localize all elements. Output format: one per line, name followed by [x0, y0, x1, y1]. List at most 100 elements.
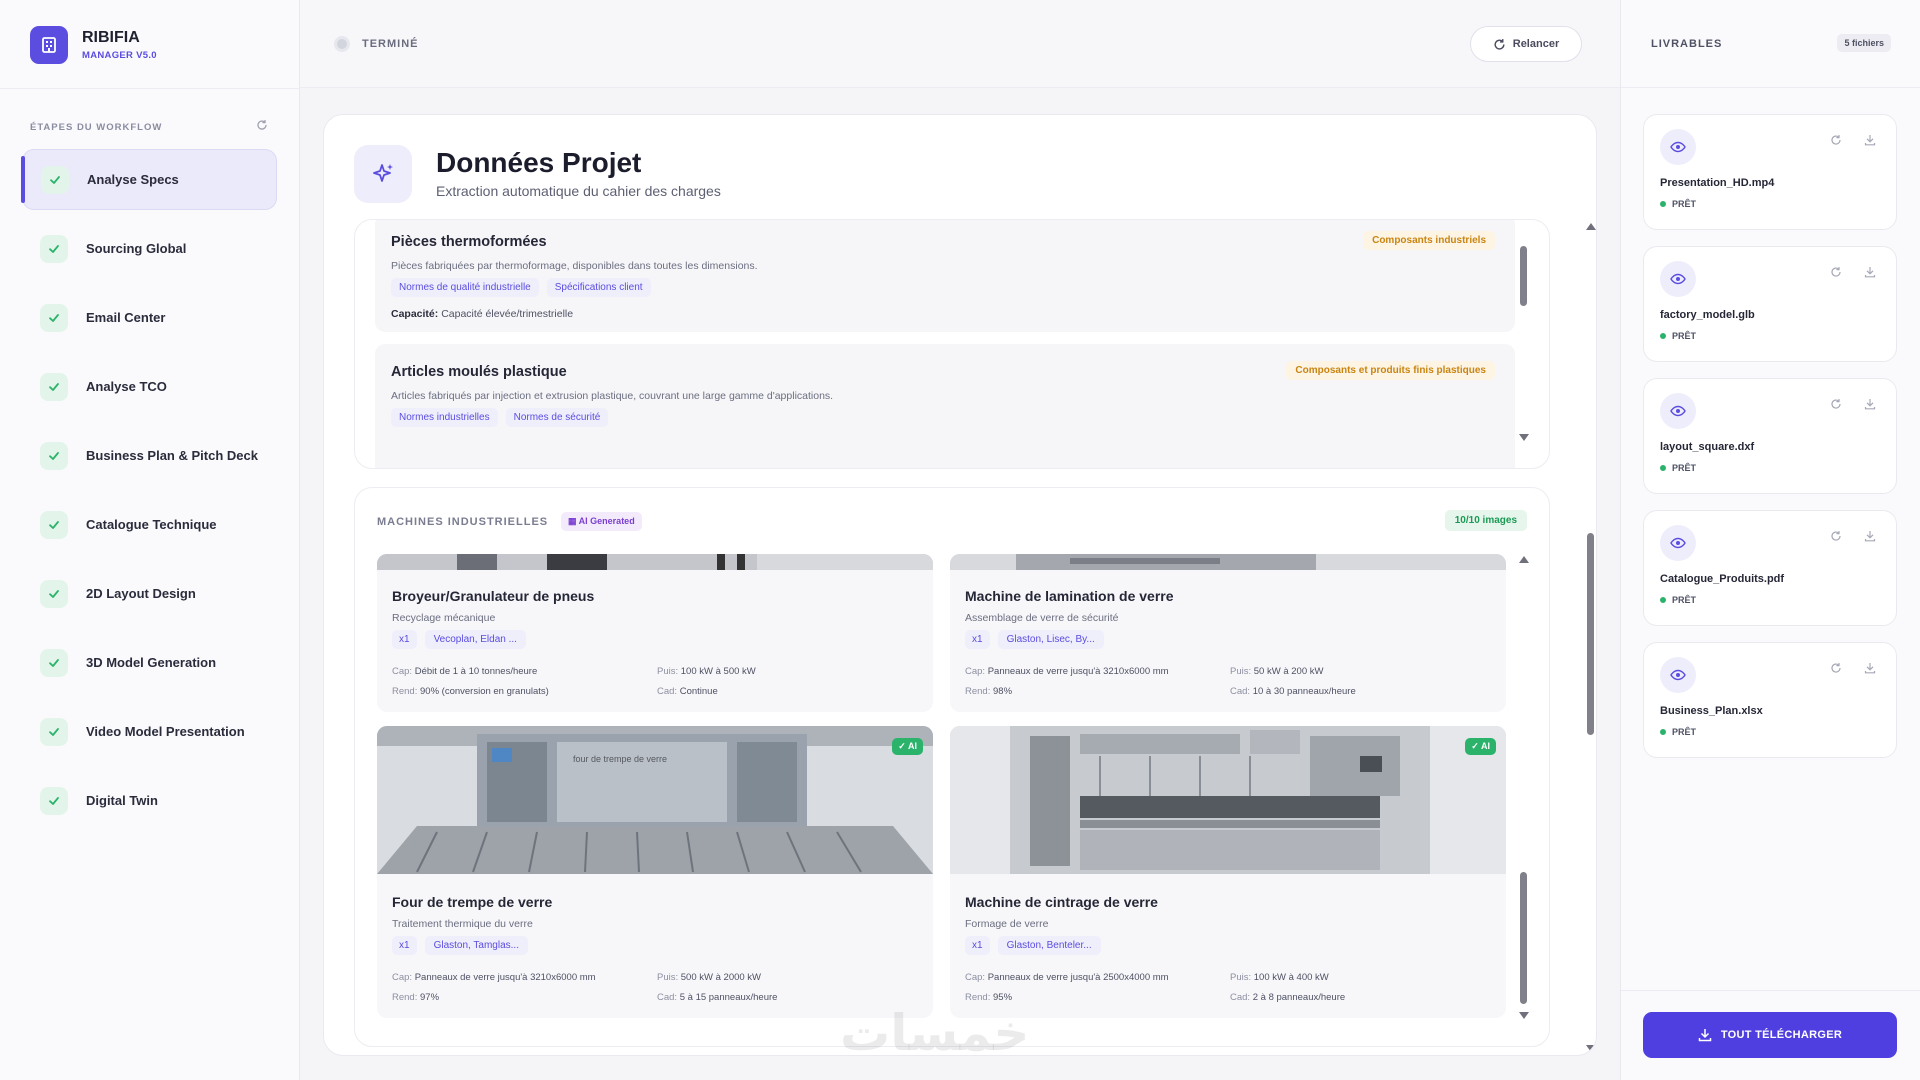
machine-spec-cad: Cad: 5 à 15 panneaux/heure	[657, 992, 777, 1003]
machine-card[interactable]: Broyeur/Granulateur de pneus Recyclage m…	[377, 554, 933, 712]
machines-section: MACHINES INDUSTRIELLES ▦ AI Generated 10…	[354, 487, 1550, 1047]
download-icon[interactable]	[1864, 397, 1876, 415]
ai-generated-icon: ▦	[568, 516, 579, 526]
spec-label: Puis:	[657, 972, 679, 983]
machine-quantity: x1	[392, 630, 417, 649]
workflow-steps: Analyse Specs Sourcing Global Email Center…	[21, 149, 277, 839]
workflow-step[interactable]: 3D Model Generation	[22, 632, 277, 693]
machine-suppliers: Glaston, Lisec, By...	[997, 630, 1104, 649]
status-label: PRÊT	[1672, 463, 1697, 473]
machine-subtitle: Assemblage de verre de sécurité	[965, 612, 1119, 624]
check-icon	[40, 579, 68, 608]
spec-value: 95%	[993, 992, 1013, 1003]
machine-image	[377, 554, 933, 570]
file-name: Catalogue_Produits.pdf	[1660, 573, 1785, 585]
status-text: TERMINÉ	[362, 38, 419, 50]
status-label: PRÊT	[1672, 331, 1697, 341]
machine-tags: x1 Glaston, Lisec, By...	[965, 630, 1104, 649]
machine-card[interactable]: ✓ AI Machine de cintrage de verre Formag…	[950, 726, 1506, 1018]
machine-card[interactable]: Machine de lamination de verre Assemblag…	[950, 554, 1506, 712]
spec-value: 2 à 8 panneaux/heure	[1252, 992, 1346, 1003]
refresh-icon[interactable]	[1830, 265, 1842, 283]
deliverable-card: layout_square.dxf PRÊT	[1643, 378, 1897, 494]
file-name: layout_square.dxf	[1660, 441, 1755, 453]
refresh-icon[interactable]	[1830, 133, 1842, 151]
workflow-step[interactable]: Sourcing Global	[22, 218, 277, 279]
machine-image	[950, 554, 1506, 570]
workflow-step[interactable]: Business Plan & Pitch Deck	[22, 425, 277, 486]
workflow-step[interactable]: Analyse Specs	[21, 149, 277, 210]
refresh-icon[interactable]	[1830, 661, 1842, 679]
brand-version: MANAGER V5.0	[82, 50, 157, 61]
workflow-step-label: Video Model Presentation	[86, 724, 245, 739]
main-scrollbar[interactable]	[1587, 533, 1594, 735]
workflow-step[interactable]: Email Center	[22, 287, 277, 348]
eye-icon[interactable]	[1660, 525, 1696, 561]
machine-spec-rend: Rend: 98%	[965, 686, 1012, 697]
capacity-label: Capacité:	[391, 308, 439, 320]
app-window: RIBIFIA MANAGER V5.0 ÉTAPES DU WORKFLOW …	[0, 0, 1920, 1080]
product-card: Articles moulés plastique Composants et …	[375, 344, 1515, 468]
file-name: factory_model.glb	[1660, 309, 1755, 321]
machine-card[interactable]: four de trempe de verre ✓ AI Four de tre…	[377, 726, 933, 1018]
image-count-badge: 10/10 images	[1444, 510, 1527, 531]
spec-label: Cap:	[965, 666, 986, 677]
scroll-down-arrow[interactable]	[1586, 1045, 1596, 1052]
refresh-icon[interactable]	[1830, 397, 1842, 415]
check-icon	[40, 372, 68, 401]
machine-suppliers: Glaston, Benteler...	[997, 936, 1101, 955]
scroll-down-arrow[interactable]	[1519, 434, 1529, 441]
download-icon[interactable]	[1864, 133, 1876, 151]
machine-quantity: x1	[965, 936, 990, 955]
deliverables-header: LIVRABLES 5 fichiers	[1621, 0, 1920, 88]
products-scrollbar[interactable]	[1520, 246, 1527, 306]
eye-icon[interactable]	[1660, 129, 1696, 165]
eye-icon[interactable]	[1660, 393, 1696, 429]
refresh-icon[interactable]	[1830, 529, 1842, 547]
workflow-step-label: 2D Layout Design	[86, 586, 196, 601]
status-dot	[1660, 597, 1666, 603]
scroll-up-arrow[interactable]	[1519, 556, 1529, 563]
workflow-step[interactable]: Video Model Presentation	[22, 701, 277, 762]
file-status: PRÊT	[1660, 331, 1696, 341]
spec-value: Panneaux de verre jusqu'à 2500x4000 mm	[987, 972, 1169, 983]
products-list[interactable]: Pièces thermoformées Composants industri…	[354, 219, 1550, 469]
workflow-step[interactable]: 2D Layout Design	[22, 563, 277, 624]
machine-tags: x1 Glaston, Benteler...	[965, 936, 1101, 955]
relaunch-button[interactable]: Relancer	[1470, 26, 1582, 62]
status-dot	[1660, 333, 1666, 339]
workflow-step[interactable]: Catalogue Technique	[22, 494, 277, 555]
eye-icon[interactable]	[1660, 261, 1696, 297]
spec-value: Panneaux de verre jusqu'à 3210x6000 mm	[414, 972, 596, 983]
machines-scrollbar[interactable]	[1520, 872, 1527, 1004]
download-icon[interactable]	[1864, 661, 1876, 679]
check-icon	[41, 165, 69, 194]
spec-value: 97%	[420, 992, 440, 1003]
spec-label: Cad:	[1230, 686, 1251, 697]
spec-label: Cad:	[657, 686, 678, 697]
download-icon[interactable]	[1864, 529, 1876, 547]
workflow-step[interactable]: Digital Twin	[22, 770, 277, 831]
product-title: Pièces thermoformées	[391, 234, 547, 250]
workflow-step-label: Email Center	[86, 310, 166, 325]
workflow-step-label: Analyse Specs	[87, 172, 179, 187]
file-name: Presentation_HD.mp4	[1660, 177, 1775, 189]
download-icon[interactable]	[1864, 265, 1876, 283]
refresh-icon[interactable]	[256, 118, 268, 136]
scroll-down-arrow[interactable]	[1519, 1012, 1529, 1019]
machine-quantity: x1	[392, 936, 417, 955]
spec-value: Panneaux de verre jusqu'à 3210x6000 mm	[987, 666, 1169, 677]
download-all-button[interactable]: TOUT TÉLÉCHARGER	[1643, 1012, 1897, 1058]
product-tag: Spécifications client	[546, 278, 651, 297]
workflow-step[interactable]: Analyse TCO	[22, 356, 277, 417]
deliverable-card: Presentation_HD.mp4 PRÊT	[1643, 114, 1897, 230]
capacity-value: Capacité élevée/trimestrielle	[441, 308, 574, 320]
topbar: TERMINÉ Relancer	[300, 0, 1620, 88]
machine-image: four de trempe de verre ✓ AI	[377, 726, 933, 874]
product-tags: Normes industrielles Normes de sécurité	[391, 408, 616, 427]
ai-generated-badge: ▦ AI Generated	[561, 512, 642, 531]
scroll-up-arrow[interactable]	[1586, 223, 1596, 230]
machine-title: Machine de cintrage de verre	[965, 894, 1158, 910]
eye-icon[interactable]	[1660, 657, 1696, 693]
machine-title: Machine de lamination de verre	[965, 588, 1174, 604]
